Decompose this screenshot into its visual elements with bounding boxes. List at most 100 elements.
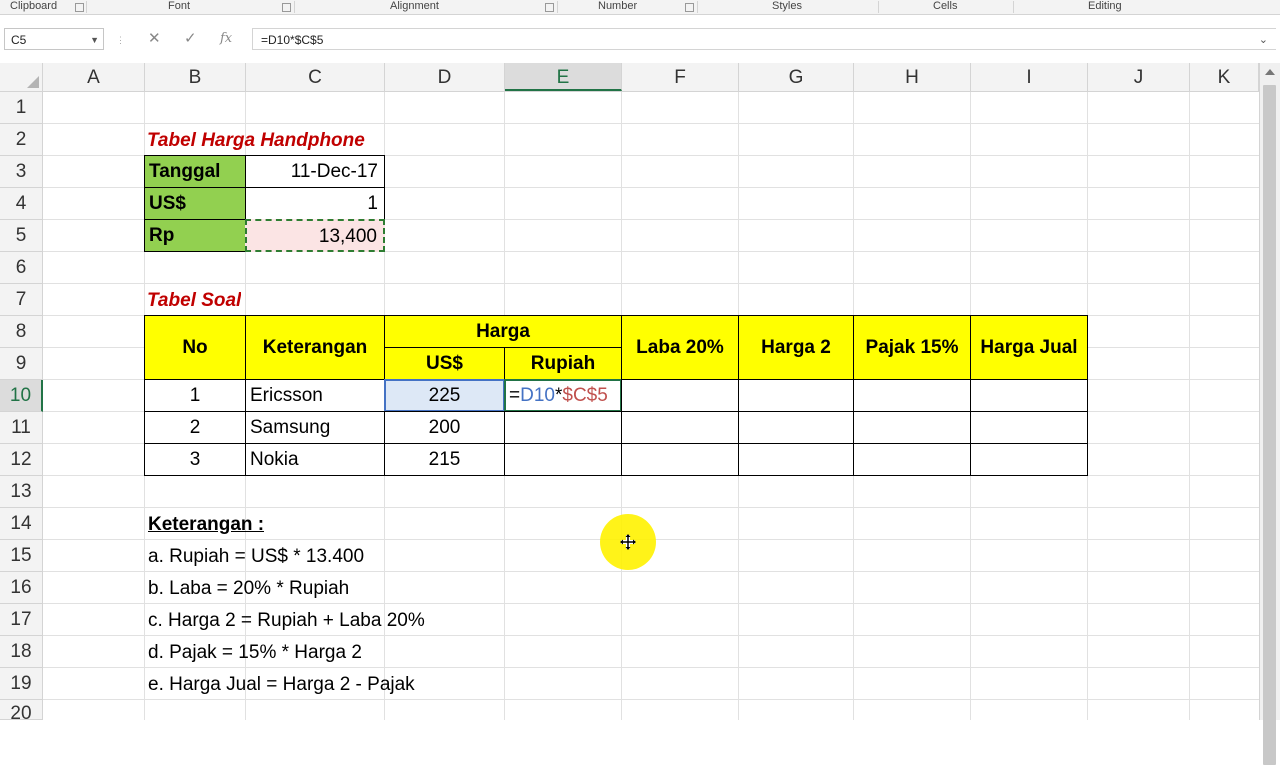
header-usd[interactable]: US$: [384, 347, 505, 380]
row-header[interactable]: 3: [0, 156, 43, 188]
header-keterangan[interactable]: Keterangan: [245, 315, 385, 380]
row-header[interactable]: 7: [0, 284, 43, 316]
column-header-g[interactable]: G: [739, 63, 854, 91]
table1-value-rp[interactable]: 13,400: [245, 219, 385, 252]
notes-item: e. Harga Jual = Harga 2 - Pajak: [148, 674, 415, 695]
row-header[interactable]: 4: [0, 188, 43, 220]
column-header-h[interactable]: H: [854, 63, 971, 91]
table-cell-empty[interactable]: [738, 411, 854, 444]
row-header[interactable]: 14: [0, 508, 43, 540]
row-header[interactable]: 13: [0, 476, 43, 508]
row-header[interactable]: 9: [0, 348, 43, 380]
name-box[interactable]: C5 ▼: [4, 28, 104, 50]
column-header-a[interactable]: A: [43, 63, 145, 91]
formula-ref-c5: $C$5: [562, 385, 608, 406]
expand-chevron-icon[interactable]: ⌄: [1259, 29, 1268, 51]
table-row-no[interactable]: 1: [144, 379, 246, 412]
row-header[interactable]: 16: [0, 572, 43, 604]
row-header[interactable]: 2: [0, 124, 43, 156]
table-cell-empty[interactable]: [738, 379, 854, 412]
table-cell-empty[interactable]: [853, 411, 971, 444]
cancel-x-icon[interactable]: ✕: [148, 28, 161, 50]
column-header-k[interactable]: K: [1190, 63, 1259, 91]
row-header[interactable]: 19: [0, 668, 43, 700]
header-pajak[interactable]: Pajak 15%: [853, 315, 971, 380]
header-rupiah[interactable]: Rupiah: [504, 347, 622, 380]
row-header[interactable]: 12: [0, 444, 43, 476]
active-cell-editor[interactable]: =D10*$C$5: [504, 379, 622, 412]
table-cell-empty[interactable]: [621, 443, 739, 476]
column-header-d[interactable]: D: [385, 63, 505, 91]
notes-item: d. Pajak = 15% * Harga 2: [148, 642, 362, 663]
table1-title: Tabel Harga Handphone: [147, 130, 365, 151]
ribbon-group-bar: Clipboard Font Alignment Number Styles C…: [0, 0, 1280, 15]
ribbon-group-cells: Cells: [933, 0, 958, 12]
table-row-no[interactable]: 2: [144, 411, 246, 444]
enter-check-icon[interactable]: ✓: [184, 28, 197, 50]
table-cell-empty[interactable]: [970, 379, 1088, 412]
row-header[interactable]: 20: [0, 700, 43, 724]
row-header[interactable]: 17: [0, 604, 43, 636]
row-header[interactable]: 1: [0, 92, 43, 124]
table-cell-empty[interactable]: [504, 411, 622, 444]
dialog-launcher-icon[interactable]: [545, 3, 554, 12]
header-laba[interactable]: Laba 20%: [621, 315, 739, 380]
column-header-f[interactable]: F: [622, 63, 739, 91]
insert-function-fx-icon[interactable]: fx: [220, 28, 232, 50]
table-cell-empty[interactable]: [738, 443, 854, 476]
column-header-e[interactable]: E: [505, 63, 622, 91]
ribbon-group-font: Font: [168, 0, 191, 12]
table-cell-empty[interactable]: [621, 411, 739, 444]
column-header-c[interactable]: C: [246, 63, 385, 91]
dialog-launcher-icon[interactable]: [685, 3, 694, 12]
column-headers: A B C D E F G H I J K: [43, 63, 1259, 92]
formula-eq: =: [509, 385, 521, 406]
row-header[interactable]: 11: [0, 412, 43, 444]
formula-input[interactable]: =D10*$C$5 ⌄: [252, 28, 1276, 50]
column-header-j[interactable]: J: [1088, 63, 1190, 91]
table1-value-tanggal[interactable]: 11-Dec-17: [245, 155, 385, 188]
row-header[interactable]: 18: [0, 636, 43, 668]
row-header[interactable]: 15: [0, 540, 43, 572]
header-harga-jual[interactable]: Harga Jual: [970, 315, 1088, 380]
table-row-no[interactable]: 3: [144, 443, 246, 476]
table-row-name[interactable]: Nokia: [245, 443, 385, 476]
table-cell-empty[interactable]: [853, 379, 971, 412]
row-header[interactable]: 6: [0, 252, 43, 284]
table-cell-empty[interactable]: [970, 411, 1088, 444]
table-cell-empty[interactable]: [621, 379, 739, 412]
table-cell-empty[interactable]: [970, 443, 1088, 476]
table1-label-rp[interactable]: Rp: [144, 219, 246, 252]
scroll-up-icon[interactable]: [1265, 69, 1275, 75]
ribbon-group-alignment: Alignment: [390, 0, 439, 12]
column-header-b[interactable]: B: [145, 63, 246, 91]
table-cell-empty[interactable]: [504, 443, 622, 476]
ribbon-group-number: Number: [598, 0, 638, 12]
table1-label-tanggal[interactable]: Tanggal: [144, 155, 246, 188]
table-row-name[interactable]: Samsung: [245, 411, 385, 444]
formula-text: =D10*$C$5: [261, 33, 324, 47]
table-row-name[interactable]: Ericsson: [245, 379, 385, 412]
table-row-usd[interactable]: 225: [384, 379, 505, 412]
row-header[interactable]: 5: [0, 220, 43, 252]
chevron-down-icon[interactable]: ▼: [90, 29, 99, 51]
worksheet-grid[interactable]: Tabel Harga Handphone Tanggal 11-Dec-17 …: [43, 92, 1259, 720]
header-harga2[interactable]: Harga 2: [738, 315, 854, 380]
column-header-i[interactable]: I: [971, 63, 1088, 91]
name-box-value: C5: [11, 33, 27, 47]
header-no[interactable]: No: [144, 315, 246, 380]
select-all-corner[interactable]: [0, 63, 43, 92]
table-row-usd[interactable]: 200: [384, 411, 505, 444]
row-header[interactable]: 10: [0, 380, 43, 412]
row-header[interactable]: 8: [0, 316, 43, 348]
dialog-launcher-icon[interactable]: [75, 3, 84, 12]
header-harga[interactable]: Harga: [384, 315, 622, 348]
scroll-thumb[interactable]: [1263, 85, 1276, 765]
vertical-scrollbar[interactable]: [1259, 63, 1280, 765]
table1-label-usd[interactable]: US$: [144, 187, 246, 220]
dialog-launcher-icon[interactable]: [282, 3, 291, 12]
formula-bar: C5 ▼ ⋮ ✕ ✓ fx =D10*$C$5 ⌄: [0, 22, 1280, 56]
table-row-usd[interactable]: 215: [384, 443, 505, 476]
table-cell-empty[interactable]: [853, 443, 971, 476]
table1-value-usd[interactable]: 1: [245, 187, 385, 220]
